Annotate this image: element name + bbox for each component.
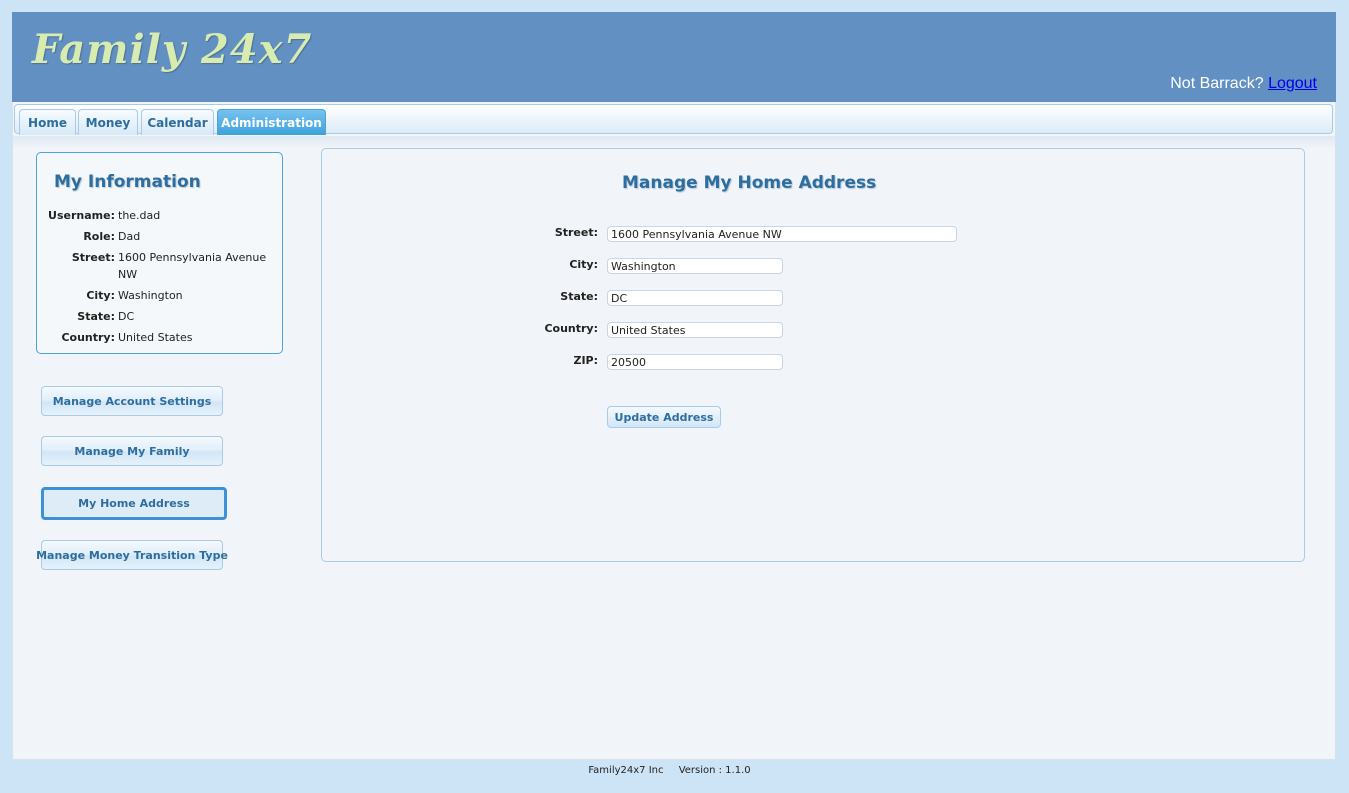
footer-version: Version : 1.1.0 — [678, 765, 751, 776]
info-key: State: — [77, 310, 115, 323]
footer: Family24x7 Inc Version : 1.1.0 — [0, 765, 1339, 776]
tab-money[interactable]: Money — [78, 109, 138, 135]
user-bar: Not Barrack? Logout — [1170, 75, 1317, 93]
form-title: Manage My Home Address — [622, 173, 877, 193]
state-input[interactable] — [607, 290, 783, 306]
tab-shadow — [13, 136, 1335, 148]
manage-my-family-button[interactable]: Manage My Family — [41, 436, 223, 466]
update-address-button[interactable]: Update Address — [607, 406, 721, 428]
tab-bar: Home Money Calendar Administration — [14, 104, 1333, 135]
logout-link[interactable]: Logout — [1268, 75, 1317, 92]
tab-administration[interactable]: Administration — [217, 109, 326, 135]
footer-company: Family24x7 Inc — [588, 765, 664, 776]
address-form-panel: Manage My Home Address Street: City: Sta… — [321, 148, 1305, 562]
site-logo: Family 24x7 — [32, 26, 313, 73]
info-title: My Information — [54, 172, 201, 192]
info-key: Country: — [61, 331, 115, 344]
manage-money-transition-type-button[interactable]: Manage Money Transition Type — [36, 540, 228, 570]
city-input[interactable] — [607, 258, 783, 274]
manage-account-settings-button[interactable]: Manage Account Settings — [41, 386, 223, 416]
my-information-panel: My Information Username: the.dad Role: D… — [36, 152, 283, 354]
info-value: the.dad — [118, 209, 161, 222]
zip-input[interactable] — [607, 354, 783, 370]
country-label: Country: — [544, 322, 598, 335]
info-key: City: — [86, 289, 115, 302]
header-banner: Family 24x7 Not Barrack? Logout — [12, 12, 1336, 102]
info-key: Role: — [83, 230, 115, 243]
street-input[interactable] — [607, 226, 957, 242]
tab-calendar[interactable]: Calendar — [141, 109, 214, 135]
info-value: Dad — [118, 230, 141, 243]
info-key: Username: — [48, 209, 115, 222]
street-label: Street: — [554, 226, 598, 239]
info-value: 1600 Pennsylvania Avenue NW — [118, 251, 267, 281]
state-label: State: — [560, 290, 598, 303]
country-input[interactable] — [607, 322, 783, 338]
info-key: Street: — [71, 251, 115, 264]
my-home-address-button[interactable]: My Home Address — [41, 487, 227, 520]
tab-home[interactable]: Home — [19, 109, 76, 135]
city-label: City: — [569, 258, 598, 271]
zip-label: ZIP: — [573, 354, 598, 367]
info-value: United States — [118, 331, 193, 344]
user-prompt: Not Barrack? — [1170, 75, 1264, 92]
info-value: DC — [118, 310, 135, 323]
info-value: Washington — [118, 289, 183, 302]
